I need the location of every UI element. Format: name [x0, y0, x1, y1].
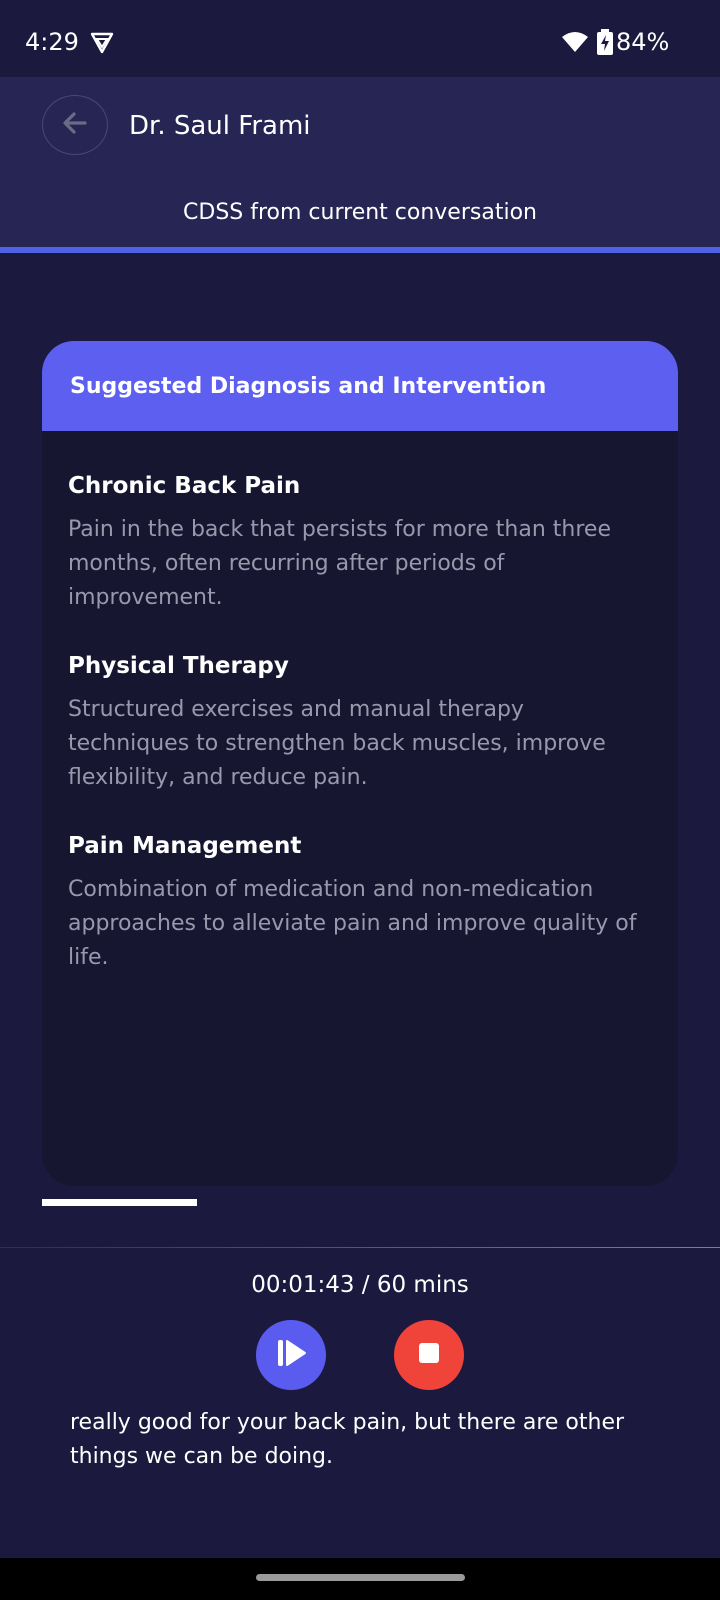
play-pause-button[interactable] — [256, 1320, 326, 1390]
intervention-description: Structured exercises and manual therapy … — [68, 697, 606, 790]
app-header: Dr. Saul Frami CDSS from current convers… — [0, 77, 720, 253]
wifi-icon — [561, 30, 589, 54]
stop-button[interactable] — [394, 1320, 464, 1390]
battery-charging-icon — [597, 29, 613, 55]
intervention-item: Pain Management Combination of medicatio… — [68, 833, 652, 975]
diagnosis-card: Suggested Diagnosis and Intervention Chr… — [42, 341, 678, 1186]
back-button[interactable] — [42, 95, 108, 155]
recording-timer: 00:01:43 / 60 mins — [251, 1272, 469, 1298]
navigation-bar — [0, 1558, 720, 1600]
intervention-title: Pain Management — [68, 833, 302, 859]
card-body: Chronic Back Pain Pain in the back that … — [42, 431, 678, 975]
status-bar: 4:29 84% — [0, 0, 720, 77]
battery-percentage: 84% — [616, 28, 670, 56]
live-transcript: really good for your back pain, but ther… — [70, 1410, 625, 1469]
diagnosis-item: Chronic Back Pain Pain in the back that … — [68, 473, 652, 615]
recording-panel: 00:01:43 / 60 mins really good for your … — [0, 1248, 720, 1558]
page-indicator — [42, 1199, 197, 1206]
tab-cdss[interactable]: CDSS from current conversation — [0, 200, 720, 225]
doctor-name: Dr. Saul Frami — [129, 111, 311, 141]
arrow-left-icon — [61, 109, 89, 141]
status-time: 4:29 — [25, 28, 79, 56]
card-title: Suggested Diagnosis and Intervention — [42, 341, 678, 431]
play-pause-icon — [274, 1336, 308, 1374]
intervention-title: Physical Therapy — [68, 653, 289, 679]
intervention-description: Combination of medication and non-medica… — [68, 877, 637, 970]
stop-icon — [417, 1341, 441, 1369]
diagnosis-description: Pain in the back that persists for more … — [68, 517, 611, 610]
diagnosis-title: Chronic Back Pain — [68, 473, 301, 499]
home-handle[interactable] — [256, 1574, 465, 1581]
intervention-item: Physical Therapy Structured exercises an… — [68, 653, 652, 795]
vpn-icon — [90, 31, 114, 55]
